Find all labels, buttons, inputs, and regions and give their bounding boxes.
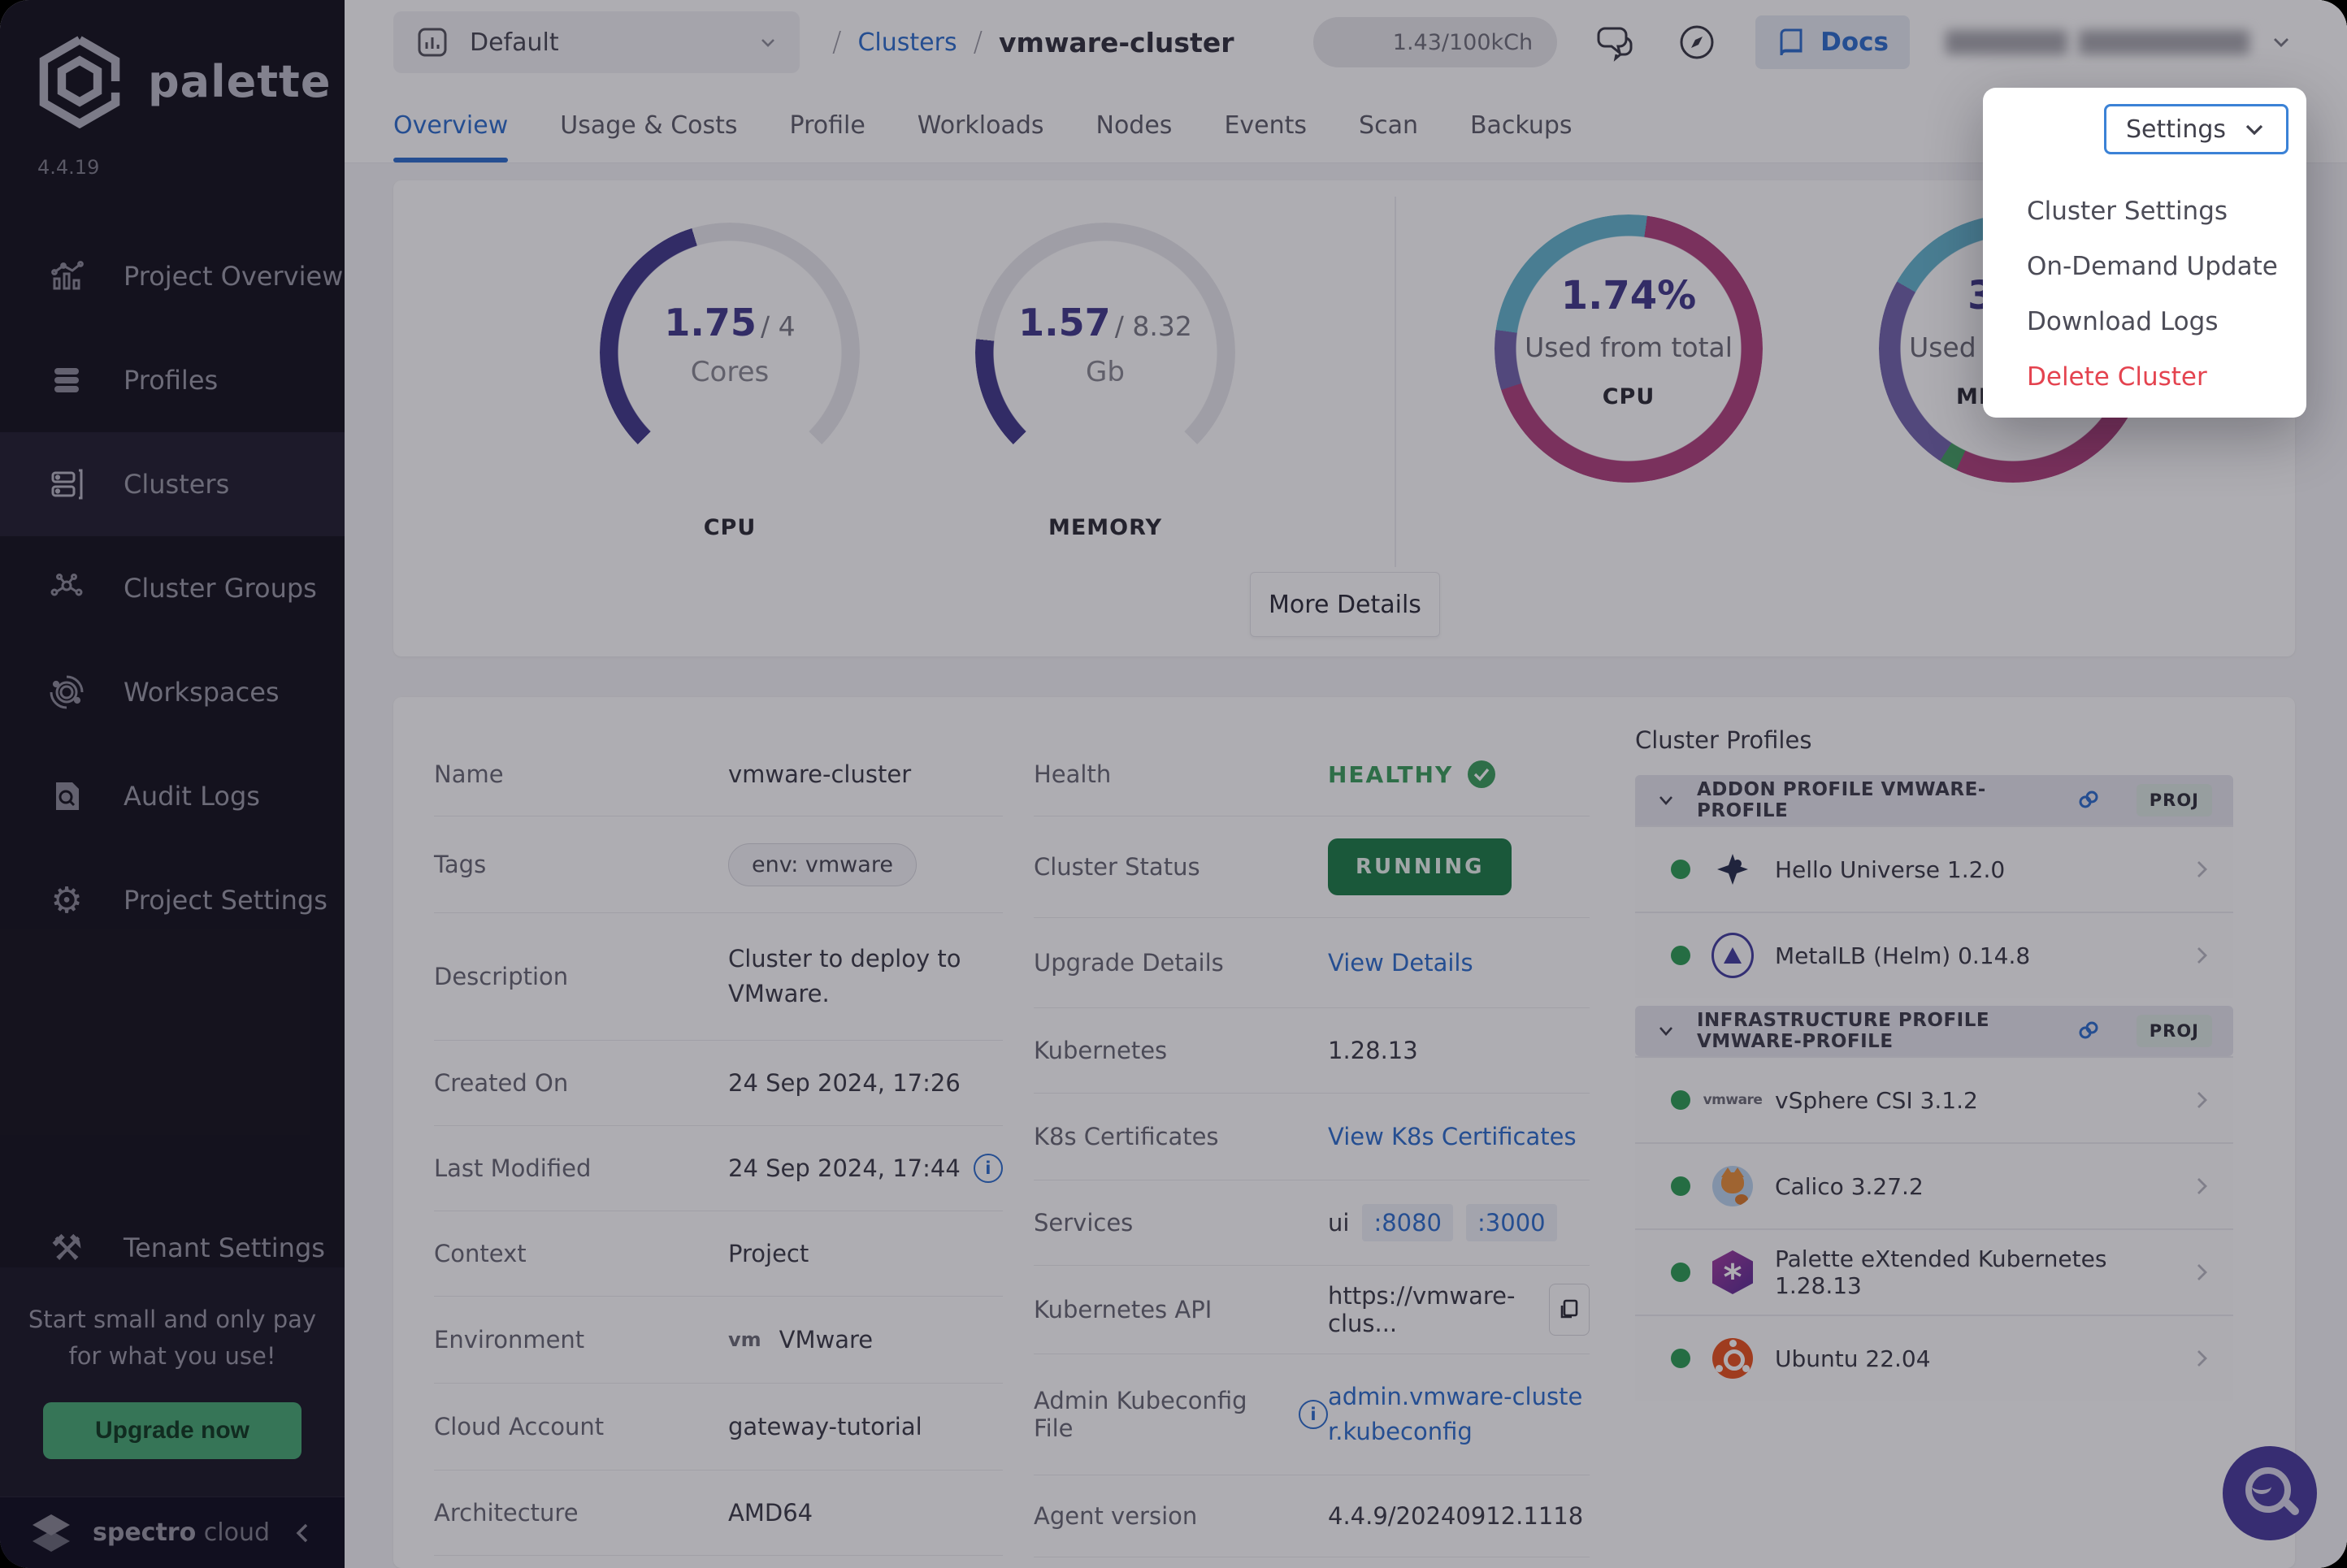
settings-button-label: Settings bbox=[2126, 115, 2226, 144]
settings-dropdown-panel: Settings Cluster Settings On-Demand Upda… bbox=[1983, 88, 2306, 418]
menu-item-on-demand-update[interactable]: On-Demand Update bbox=[2027, 239, 2282, 294]
menu-item-delete-cluster[interactable]: Delete Cluster bbox=[2027, 349, 2282, 405]
settings-button[interactable]: Settings bbox=[2104, 104, 2288, 154]
menu-item-download-logs[interactable]: Download Logs bbox=[2027, 294, 2282, 349]
chevron-down-icon bbox=[2242, 117, 2267, 141]
settings-menu: Cluster Settings On-Demand Update Downlo… bbox=[2027, 184, 2282, 405]
menu-item-cluster-settings[interactable]: Cluster Settings bbox=[2027, 184, 2282, 239]
app-window: palette 4.4.19 Project Overview Profiles bbox=[0, 0, 2347, 1568]
